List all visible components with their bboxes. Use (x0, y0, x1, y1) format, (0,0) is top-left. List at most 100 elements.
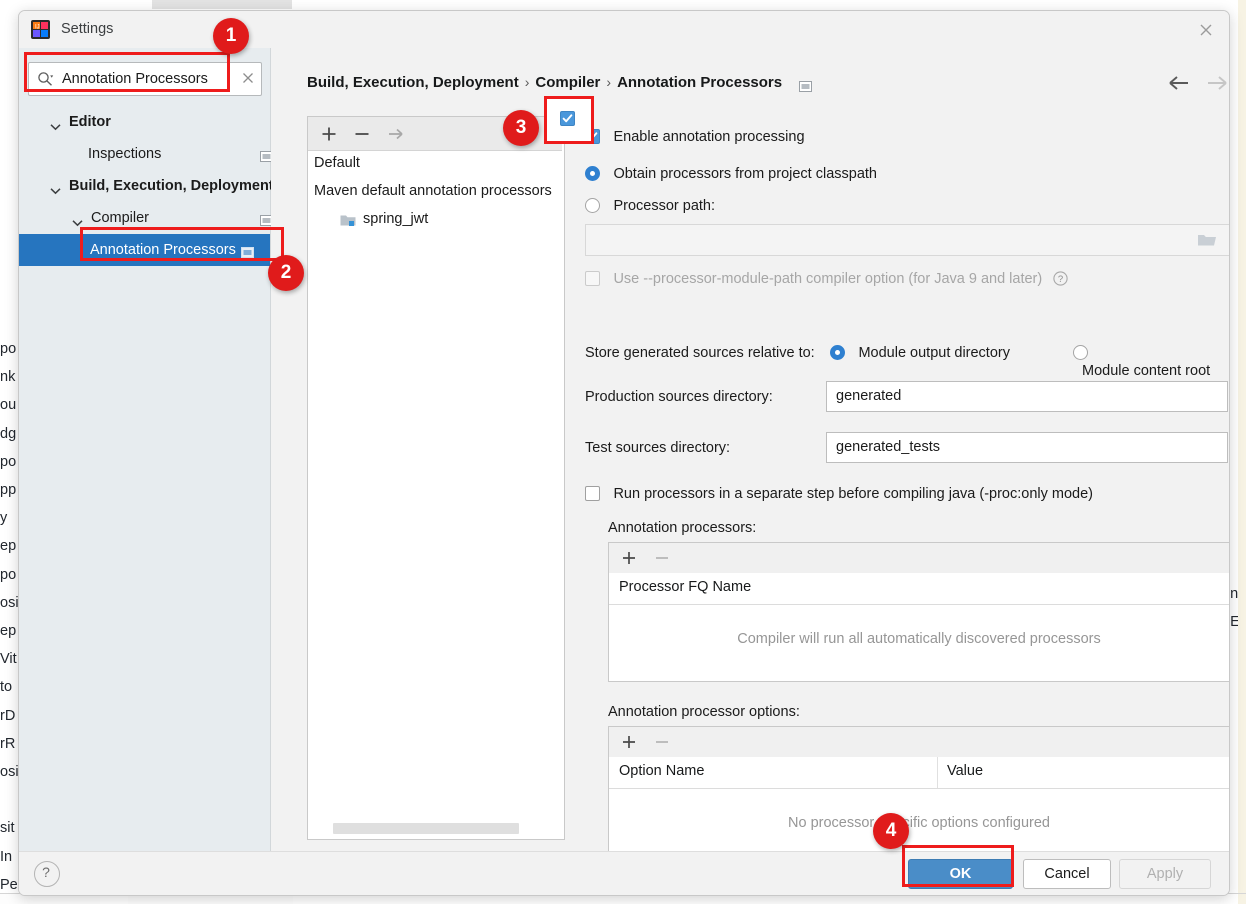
column-divider[interactable] (937, 757, 938, 788)
minus-icon[interactable] (652, 548, 672, 568)
column-header[interactable]: Processor FQ Name (619, 579, 751, 595)
enable-annotation-processing-checkbox[interactable]: Enable annotation processing (585, 128, 805, 146)
breadcrumb-part-1[interactable]: Build, Execution, Deployment (307, 74, 519, 91)
chevron-down-icon (50, 118, 61, 136)
radio-label: Module content root (1082, 363, 1211, 379)
sidebar-item-annotation-processors[interactable]: Annotation Processors (19, 234, 270, 266)
project-scope-icon (241, 245, 254, 263)
radio-button (830, 345, 845, 361)
breadcrumb-part-2[interactable]: Compiler (535, 74, 600, 91)
profiles-list: Default Maven default annotation process… (308, 151, 562, 235)
search-input[interactable]: Annotation Processors (28, 62, 262, 96)
production-sources-label: Production sources directory: (585, 389, 773, 405)
settings-dialog: IJ Settings Annotation Processors Editor… (18, 10, 1230, 896)
test-sources-input[interactable]: generated_tests (826, 432, 1228, 463)
run-processors-separate-step-checkbox[interactable]: Run processors in a separate step before… (585, 485, 1093, 503)
svg-text:?: ? (1058, 274, 1063, 285)
list-item-label: Maven default annotation processors (314, 183, 552, 199)
checkbox-box (585, 486, 600, 502)
run-processors-separate-step-label: Run processors in a separate step before… (613, 486, 1093, 502)
question-mark-icon[interactable]: ? (34, 861, 60, 887)
ok-button[interactable]: OK (908, 859, 1013, 889)
chevron-down-icon (72, 214, 83, 232)
sidebar-item-compiler[interactable]: Compiler (19, 202, 273, 234)
column-header[interactable]: Value (947, 763, 983, 779)
intellij-idea-icon: IJ (31, 20, 50, 39)
minus-icon[interactable] (351, 123, 373, 145)
sidebar-item-label: Editor (69, 114, 111, 130)
production-sources-value: generated (836, 388, 902, 404)
sidebar-item-inspections[interactable]: Inspections (19, 138, 273, 170)
processor-path-field[interactable] (585, 224, 1229, 256)
annotation-badge-2: 2 (268, 255, 304, 291)
project-scope-icon (799, 79, 812, 97)
help-glyph: ? (42, 864, 50, 880)
list-item[interactable]: spring_jwt (308, 207, 562, 235)
sidebar-item-label: Build, Execution, Deployment (69, 178, 274, 194)
processors-table-empty-text: Compiler will run all automatically disc… (737, 631, 1101, 647)
radio-label: Obtain processors from project classpath (613, 166, 877, 182)
column-header[interactable]: Option Name (619, 763, 704, 779)
annotation-processors-form: Enable annotation processing Obtain proc… (577, 116, 1229, 866)
profiles-hscroll-track[interactable] (309, 823, 561, 837)
radio-obtain-from-classpath[interactable]: Obtain processors from project classpath (585, 165, 877, 183)
plus-icon[interactable] (619, 732, 639, 752)
use-processor-module-path-checkbox[interactable]: Use --processor-module-path compiler opt… (585, 268, 1068, 288)
options-table-header: Option Name Value (609, 757, 1229, 789)
clear-icon[interactable] (242, 71, 254, 89)
dialog-title: Settings (61, 21, 114, 37)
annotation-badge-1: 1 (213, 18, 249, 54)
list-item-label: spring_jwt (363, 211, 429, 227)
production-sources-input[interactable]: generated (826, 381, 1228, 412)
annotation-processors-title: Annotation processors: (608, 520, 757, 536)
use-processor-module-path-label: Use --processor-module-path compiler opt… (613, 271, 1043, 287)
profiles-hscroll-thumb[interactable] (333, 823, 519, 834)
svg-text:IJ: IJ (35, 25, 40, 31)
minus-icon[interactable] (652, 732, 672, 752)
settings-sidebar: Annotation Processors Editor Inspections (19, 48, 274, 851)
folder-icon[interactable] (1197, 232, 1217, 253)
cancel-button[interactable]: Cancel (1023, 859, 1111, 889)
profiles-group-header: Default (308, 151, 562, 179)
radio-module-output-directory[interactable]: Module output directory (830, 344, 1010, 362)
radio-button (1073, 345, 1088, 361)
enable-annotation-processing-label: Enable annotation processing (613, 129, 805, 145)
radio-label: Module output directory (858, 345, 1010, 361)
close-icon[interactable] (1183, 11, 1229, 47)
plus-icon[interactable] (619, 548, 639, 568)
plus-icon[interactable] (318, 123, 340, 145)
chevron-down-icon (50, 182, 61, 200)
breadcrumb-part-3: Annotation Processors (617, 74, 783, 91)
store-generated-sources-label: Store generated sources relative to: (585, 345, 815, 361)
background-right-edge (1238, 0, 1246, 904)
radio-processor-path[interactable]: Processor path: (585, 197, 715, 215)
annotation-processors-table: Processor FQ Name Compiler will run all … (608, 542, 1229, 682)
checkbox-box (585, 129, 600, 145)
help-circle-icon[interactable]: ? (1053, 271, 1068, 290)
breadcrumb: Build, Execution, Deployment › Compiler › An… (307, 74, 782, 91)
profiles-group-label: Default (314, 155, 360, 171)
options-table-empty-text: No processor-specific options configured (788, 815, 1050, 831)
annotation-badge-3: 3 (503, 110, 539, 146)
list-item[interactable]: Maven default annotation processors (308, 179, 562, 207)
apply-button[interactable]: Apply (1119, 859, 1211, 889)
sidebar-item-build-execution-deployment[interactable]: Build, Execution, Deployment (19, 170, 274, 202)
sidebar-item-label: Inspections (88, 146, 162, 162)
processors-table-toolbar (609, 543, 1229, 574)
search-input-value: Annotation Processors (62, 71, 208, 87)
profiles-panel: Default Maven default annotation process… (307, 116, 565, 840)
sidebar-item-editor[interactable]: Editor (19, 106, 270, 138)
test-sources-value: generated_tests (836, 439, 940, 455)
nav-back-button[interactable] (1168, 74, 1196, 100)
sidebar-item-label: Annotation Processors (90, 242, 236, 258)
radio-button (585, 198, 600, 214)
arrow-right-icon[interactable] (385, 123, 407, 145)
nav-forward-button[interactable] (1203, 74, 1229, 100)
radio-button (585, 166, 600, 182)
radio-module-content-root[interactable]: Module content root (1073, 344, 1229, 380)
dialog-footer: ? OK Cancel Apply (19, 851, 1229, 895)
checkbox-box (585, 271, 600, 287)
annotation-processor-options-table: Option Name Value No processor-specific … (608, 726, 1229, 866)
module-folder-icon (340, 213, 356, 231)
search-icon (37, 71, 54, 92)
